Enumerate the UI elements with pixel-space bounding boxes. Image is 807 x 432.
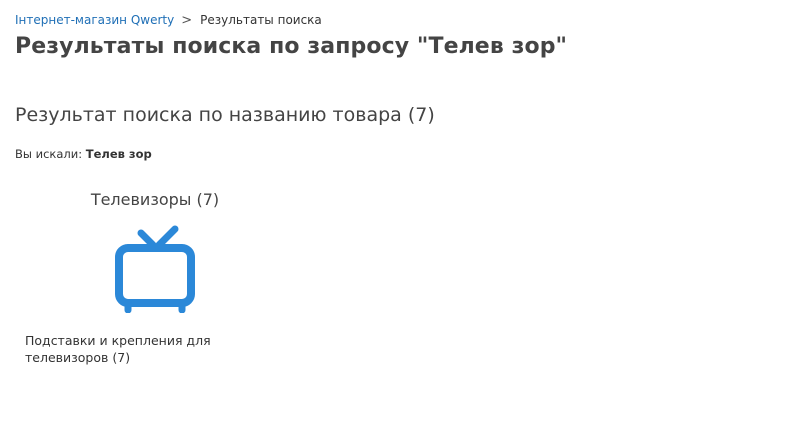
subcategory-link[interactable]: Подставки и крепления для телевизоров (7… — [25, 332, 240, 366]
page-title: Результаты поиска по запросу "Телев зор" — [15, 34, 568, 59]
breadcrumb-home-link[interactable]: Інтернет-магазин Qwerty — [15, 13, 174, 28]
breadcrumb-current: Результаты поиска — [200, 13, 322, 27]
search-query-info: Вы искали: Телев зор — [15, 147, 152, 161]
search-query-value: Телев зор — [85, 147, 152, 161]
breadcrumb: Інтернет-магазин Qwerty > Результаты пои… — [15, 13, 322, 28]
category-card-tv[interactable]: Телевизоры (7) — [60, 190, 250, 313]
tv-icon — [115, 225, 195, 313]
section-title: Результат поиска по названию товара (7) — [15, 104, 435, 126]
category-name: Телевизоры (7) — [90, 190, 220, 209]
search-query-label: Вы искали: — [15, 147, 83, 161]
breadcrumb-separator: > — [181, 13, 193, 28]
